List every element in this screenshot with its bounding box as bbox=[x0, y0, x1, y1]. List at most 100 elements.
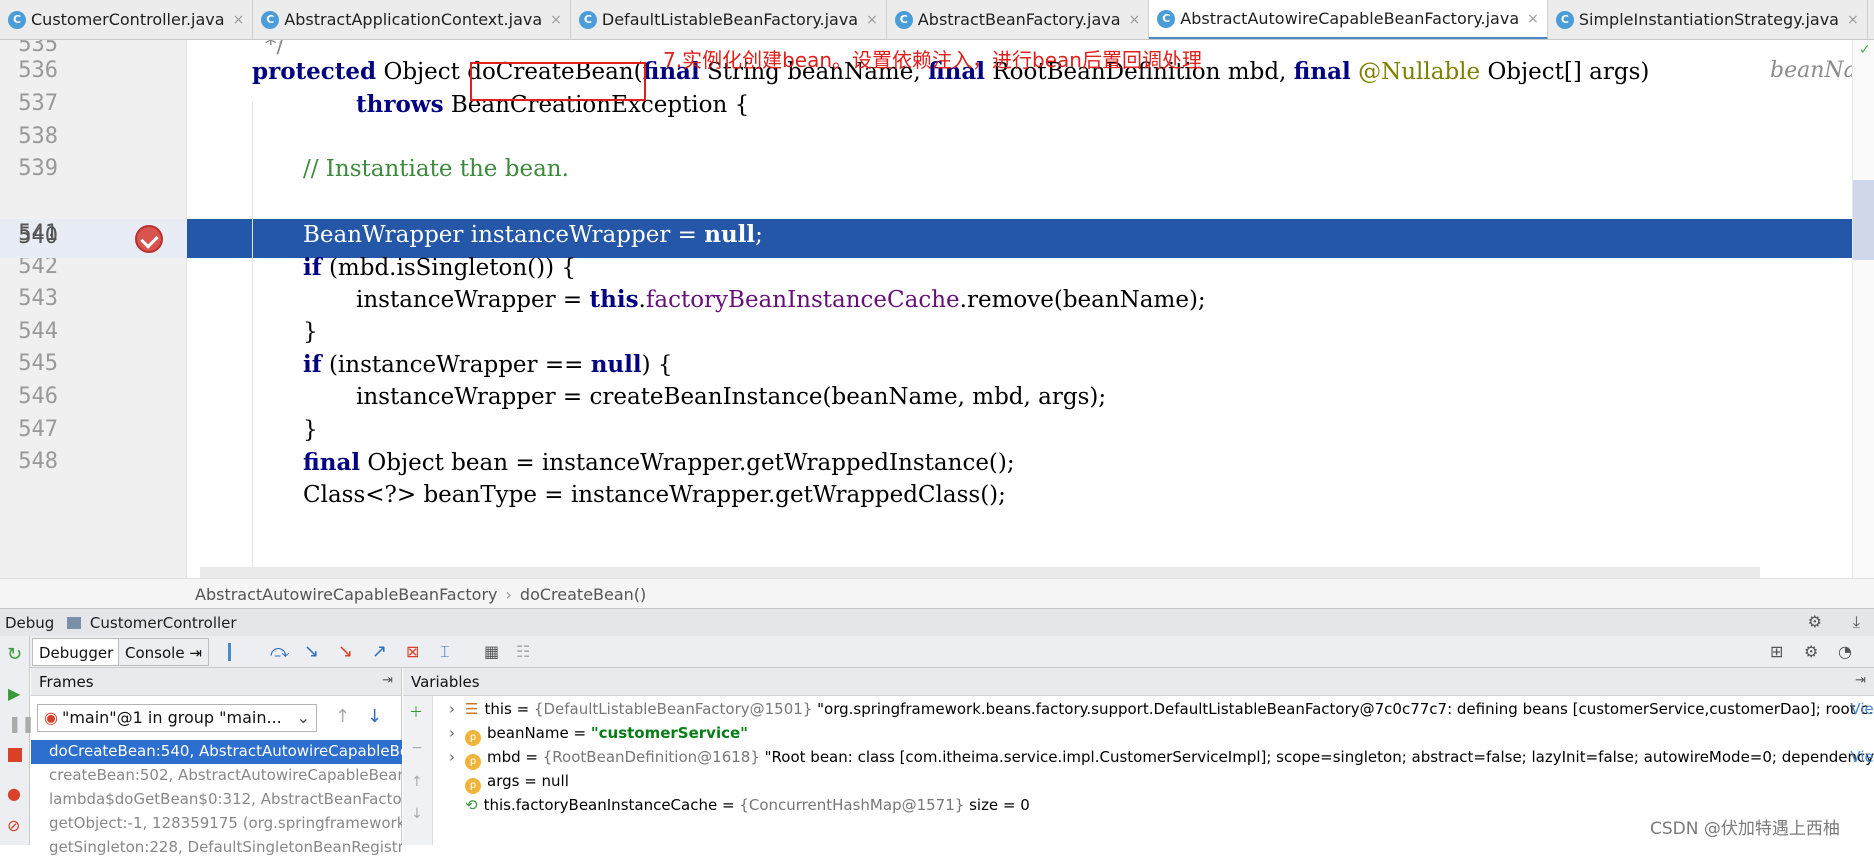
up-arrow-icon[interactable]: ↑ bbox=[335, 706, 350, 727]
breadcrumb-class[interactable]: AbstractAutowireCapableBeanFactory bbox=[195, 585, 498, 604]
code-line-540: BeanWrapper instanceWrapper = null; bbox=[303, 221, 763, 248]
debug-toolbar: Debugger Console ⇥ ⤼ ↘ ↘ ↗ ⊠ ⌶ ▦ ☷ ⊞ ⚙ ◔ bbox=[0, 636, 1874, 668]
chevron-right-icon[interactable]: › bbox=[439, 700, 465, 718]
view-link[interactable]: View bbox=[1850, 748, 1874, 766]
code-line-544: if (instanceWrapper == null) { bbox=[303, 351, 673, 378]
close-icon[interactable]: × bbox=[866, 12, 878, 28]
run-config-name[interactable]: CustomerController bbox=[90, 614, 237, 632]
code-line-539: // Instantiate the bean. bbox=[303, 156, 569, 182]
variable-row-mbd[interactable]: › p mbd = {RootBeanDefinition@1618} "Root … bbox=[439, 748, 1874, 772]
tab-label: AbstractBeanFactory.java bbox=[917, 10, 1121, 29]
run-to-cursor-icon[interactable]: ⌶ bbox=[440, 643, 458, 661]
frame-item[interactable]: createBean:502, AbstractAutowireCapableB… bbox=[31, 764, 402, 788]
code-line-547: final Object bean = instanceWrapper.getW… bbox=[303, 449, 1015, 476]
close-icon[interactable]: × bbox=[1847, 12, 1859, 28]
step-out-icon[interactable]: ↗ bbox=[372, 643, 390, 661]
code-line-542: instanceWrapper = this.factoryBeanInstan… bbox=[356, 286, 1206, 313]
tab-customer-controller[interactable]: C CustomerController.java × bbox=[0, 0, 254, 39]
add-watch-icon[interactable]: ＋ bbox=[409, 702, 423, 722]
step-over-icon[interactable]: ⤼ bbox=[270, 643, 289, 661]
line-number: 535 bbox=[18, 40, 58, 57]
indent-guide bbox=[252, 102, 253, 572]
line-number: 548 bbox=[18, 449, 58, 474]
tab-label: DefaultListableBeanFactory.java bbox=[601, 10, 859, 29]
step-into-icon[interactable]: ↘ bbox=[304, 643, 322, 661]
horizontal-scrollbar[interactable] bbox=[200, 567, 1760, 578]
tab-simple-instantiation-strategy[interactable]: C SimpleInstantiationStrategy.java × bbox=[1547, 0, 1868, 39]
tab-default-listable-bean-factory[interactable]: C DefaultListableBeanFactory.java × bbox=[570, 0, 887, 39]
down-arrow-icon[interactable]: ↓ bbox=[367, 706, 382, 727]
class-icon: C bbox=[261, 10, 280, 29]
class-icon: C bbox=[1157, 9, 1176, 28]
trace-icon[interactable]: ☷ bbox=[516, 643, 534, 661]
tab-abstract-application-context[interactable]: C AbstractApplicationContext.java × bbox=[253, 0, 571, 39]
line-gutter[interactable]: 535 536 537 538 539 541 542 543 544 545 … bbox=[0, 40, 187, 578]
tab-label: CustomerController.java bbox=[31, 10, 225, 29]
stop-icon[interactable] bbox=[8, 748, 22, 762]
debug-tool-window-header: Debug CustomerController ⚙ ⤓ bbox=[0, 608, 1874, 636]
evaluate-expression-icon[interactable]: ▦ bbox=[484, 643, 502, 661]
frame-item[interactable]: doCreateBean:540, AbstractAutowireCapabl… bbox=[31, 740, 402, 764]
pin-icon[interactable]: ⇥ bbox=[1855, 673, 1866, 688]
down-arrow-icon[interactable]: ↓ bbox=[411, 806, 423, 822]
mute-breakpoints-icon[interactable]: ⊘ bbox=[7, 816, 20, 835]
view-breakpoints-icon[interactable]: ● bbox=[7, 784, 21, 803]
tab-label: AbstractAutowireCapableBeanFactory.java bbox=[1180, 9, 1520, 28]
close-icon[interactable]: × bbox=[233, 12, 245, 28]
close-icon[interactable]: × bbox=[550, 12, 562, 28]
scroll-thumb[interactable] bbox=[1853, 180, 1874, 260]
close-icon[interactable]: × bbox=[1129, 12, 1141, 28]
frame-item[interactable]: getSingleton:228, DefaultSingletonBeanRe… bbox=[31, 836, 402, 860]
breakpoint-icon[interactable] bbox=[135, 225, 163, 253]
frame-item[interactable]: lambda$doGetBean$0:312, AbstractBeanFact… bbox=[31, 788, 402, 812]
parameter-icon: p bbox=[465, 730, 481, 746]
line-number: 545 bbox=[18, 351, 58, 376]
debug-label: Debug bbox=[5, 614, 55, 632]
close-icon[interactable]: × bbox=[1527, 11, 1539, 27]
thread-selector[interactable]: ◉ "main"@1 in group "main... ⌄ bbox=[37, 704, 317, 732]
parameter-icon: p bbox=[465, 778, 481, 794]
remove-icon[interactable]: − bbox=[411, 740, 423, 756]
tab-abstract-autowire-capable-bean-factory[interactable]: C AbstractAutowireCapableBeanFactory.java… bbox=[1149, 0, 1548, 39]
resume-icon[interactable]: ▶ bbox=[8, 684, 20, 703]
tab-label: SimpleInstantiationStrategy.java bbox=[1578, 10, 1839, 29]
settings-icon[interactable]: ⚙ bbox=[1804, 643, 1822, 661]
code-line-535: */ bbox=[265, 40, 285, 58]
drop-frame-icon[interactable]: ⊠ bbox=[406, 643, 424, 661]
hide-icon[interactable]: ⤓ bbox=[1853, 612, 1860, 632]
run-config-icon bbox=[67, 617, 82, 629]
frame-item[interactable]: getObject:-1, 128359175 (org.springframe… bbox=[31, 812, 402, 836]
line-number: 546 bbox=[18, 384, 58, 409]
show-execution-point-icon[interactable] bbox=[228, 643, 246, 661]
line-number: 538 bbox=[18, 124, 58, 149]
vertical-scrollbar[interactable]: ✓ bbox=[1852, 40, 1874, 578]
tab-abstract-bean-factory[interactable]: C AbstractBeanFactory.java × bbox=[886, 0, 1150, 39]
variable-row-this[interactable]: › ☰ this = {DefaultListableBeanFactory@150… bbox=[439, 700, 1874, 724]
variables-header: Variables ⇥ bbox=[403, 668, 1874, 696]
tab-console[interactable]: Console ⇥ bbox=[118, 638, 209, 666]
debug-actions-bar: ↻ ▶ ❚❚ ● ⊘ bbox=[0, 636, 35, 845]
line-number: 536 bbox=[18, 58, 58, 83]
breadcrumb-method[interactable]: doCreateBean() bbox=[520, 585, 646, 604]
variables-side-toolbar: ＋ − ↑ ↓ bbox=[403, 696, 433, 845]
code-line-546: } bbox=[303, 417, 318, 443]
chevron-down-icon: ⌄ bbox=[296, 708, 310, 727]
tab-label: AbstractApplicationContext.java bbox=[284, 10, 543, 29]
view-link[interactable]: View bbox=[1850, 700, 1874, 718]
tab-debugger[interactable]: Debugger bbox=[32, 638, 121, 666]
variable-row-args[interactable]: p args = null bbox=[439, 772, 1874, 796]
force-step-into-icon[interactable]: ↘ bbox=[338, 643, 356, 661]
restore-layout-icon[interactable]: ⊞ bbox=[1770, 643, 1788, 661]
rerun-icon[interactable]: ↻ bbox=[7, 644, 22, 665]
variable-row-beanname[interactable]: › p beanName = "customerService" bbox=[439, 724, 1874, 748]
pin-icon[interactable]: ⇥ bbox=[382, 673, 393, 688]
chevron-right-icon[interactable]: › bbox=[439, 748, 465, 766]
watch-icon: ⟲ bbox=[465, 796, 478, 814]
gear-icon[interactable]: ⚙ bbox=[1808, 612, 1822, 631]
method-highlight-box bbox=[470, 62, 646, 101]
frames-header: Frames ⇥ bbox=[31, 668, 401, 696]
code-editor[interactable]: 535 536 537 538 539 541 542 543 544 545 … bbox=[0, 40, 1874, 578]
up-arrow-icon[interactable]: ↑ bbox=[411, 774, 423, 790]
chevron-right-icon[interactable]: › bbox=[439, 724, 465, 742]
performance-icon[interactable]: ◔ bbox=[1838, 643, 1856, 661]
